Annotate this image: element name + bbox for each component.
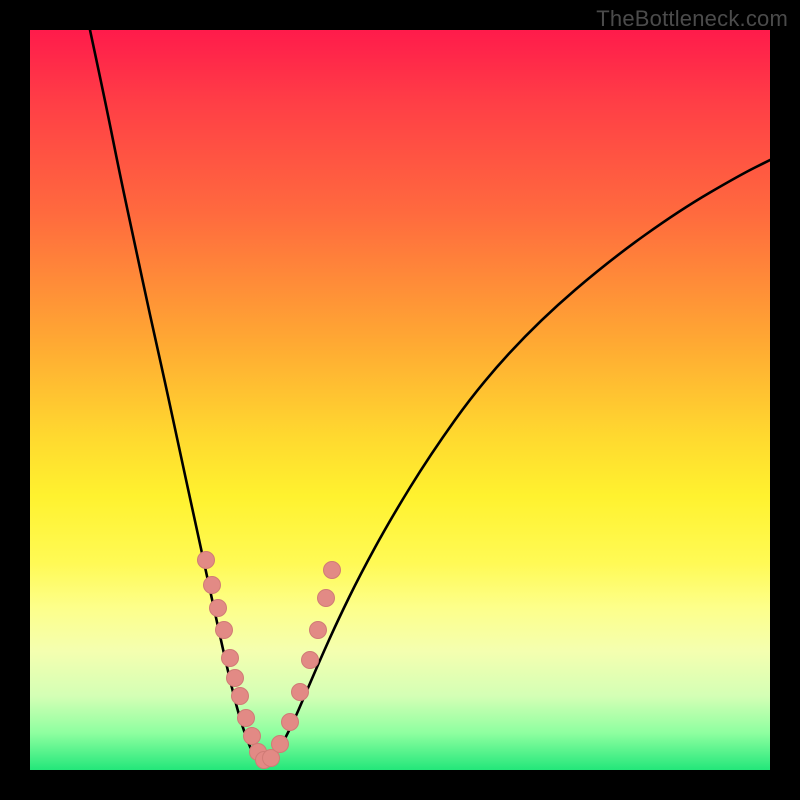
data-point: [227, 670, 244, 687]
data-point: [204, 577, 221, 594]
chart-frame: TheBottleneck.com: [0, 0, 800, 800]
data-point: [302, 652, 319, 669]
curve-group: [90, 30, 770, 764]
data-point: [292, 684, 309, 701]
data-point: [318, 590, 335, 607]
plot-area: [30, 30, 770, 770]
data-point: [210, 600, 227, 617]
curve-right-branch: [261, 160, 770, 764]
data-point: [282, 714, 299, 731]
data-point: [222, 650, 239, 667]
data-point: [324, 562, 341, 579]
data-point: [198, 552, 215, 569]
data-point: [216, 622, 233, 639]
data-point: [310, 622, 327, 639]
data-point: [244, 728, 261, 745]
watermark-text: TheBottleneck.com: [596, 6, 788, 32]
data-point: [232, 688, 249, 705]
data-point: [238, 710, 255, 727]
chart-svg: [30, 30, 770, 770]
data-point: [272, 736, 289, 753]
